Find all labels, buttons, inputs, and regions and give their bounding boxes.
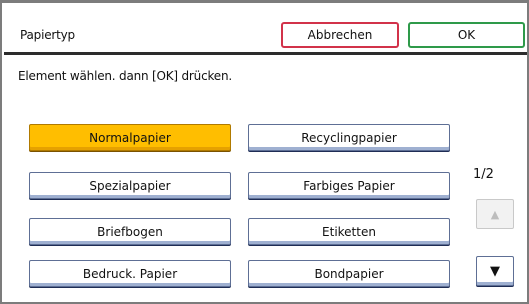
option-bondpapier[interactable]: Bondpapier — [248, 260, 450, 287]
up-arrow-icon: ▲ — [490, 207, 500, 221]
option-normalpapier[interactable]: Normalpapier — [29, 124, 231, 151]
cancel-button[interactable]: Abbrechen — [281, 22, 399, 48]
page-indicator: 1/2 — [473, 167, 494, 182]
option-bedruck-papier[interactable]: Bedruck. Papier — [29, 260, 231, 287]
option-etiketten[interactable]: Etiketten — [248, 218, 450, 245]
page-up-button[interactable]: ▲ — [476, 199, 514, 229]
option-recyclingpapier[interactable]: Recyclingpapier — [248, 124, 450, 151]
option-briefbogen[interactable]: Briefbogen — [29, 218, 231, 245]
ok-button[interactable]: OK — [408, 22, 525, 48]
panel-title: Papiertyp — [20, 28, 75, 42]
page-down-button[interactable]: ▼ — [476, 256, 514, 286]
down-arrow-icon: ▼ — [490, 263, 500, 279]
option-farbiges-papier[interactable]: Farbiges Papier — [248, 172, 450, 199]
option-spezialpapier[interactable]: Spezialpapier — [29, 172, 231, 199]
instruction-text: Element wählen. dann [OK] drücken. — [18, 69, 232, 83]
title-bar: Papiertyp Abbrechen OK — [4, 15, 527, 55]
paper-type-panel: Papiertyp Abbrechen OK Element wählen. d… — [0, 0, 529, 304]
